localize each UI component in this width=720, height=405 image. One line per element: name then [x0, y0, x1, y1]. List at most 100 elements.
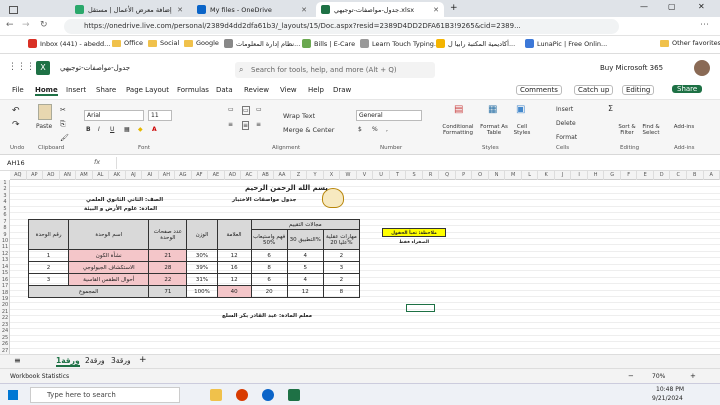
- conditional-formatting-button[interactable]: Conditional Formatting: [440, 124, 476, 136]
- tab-insert[interactable]: Insert: [66, 86, 86, 94]
- column-header[interactable]: R: [423, 171, 440, 180]
- minimize-button[interactable]: —: [640, 2, 648, 11]
- font-color-icon[interactable]: A: [152, 126, 157, 133]
- catch-up-button[interactable]: Catch up: [574, 85, 614, 95]
- weight-cell[interactable]: 39%: [186, 261, 218, 274]
- browser-tab-2[interactable]: My files - OneDrive ✕: [192, 2, 312, 17]
- column-header[interactable]: D: [654, 171, 671, 180]
- column-header[interactable]: AH: [159, 171, 176, 180]
- bookmark-typing[interactable]: Learn Touch Typing...: [360, 39, 440, 48]
- column-header[interactable]: A: [704, 171, 720, 180]
- align-middle-icon[interactable]: ▭: [242, 106, 250, 115]
- column-header[interactable]: P: [456, 171, 473, 180]
- column-header[interactable]: N: [489, 171, 506, 180]
- number-format-select[interactable]: General: [356, 110, 422, 121]
- bookmark-social[interactable]: Social: [148, 39, 179, 47]
- column-header[interactable]: K: [538, 171, 555, 180]
- column-header[interactable]: Y: [307, 171, 324, 180]
- column-header[interactable]: L: [522, 171, 539, 180]
- format-as-table-button[interactable]: Format As Table: [478, 124, 510, 136]
- marks-cell[interactable]: 12: [216, 249, 252, 262]
- tab-draw[interactable]: Draw: [333, 86, 351, 94]
- edge-icon[interactable]: [262, 389, 274, 401]
- column-header[interactable]: AB: [258, 171, 275, 180]
- pages-cell[interactable]: 21: [148, 249, 188, 262]
- column-header[interactable]: AK: [109, 171, 126, 180]
- bookmark-office[interactable]: Office: [112, 39, 143, 47]
- name-box[interactable]: AH16: [4, 158, 56, 169]
- close-icon[interactable]: ✕: [301, 6, 307, 14]
- column-header[interactable]: O: [472, 171, 489, 180]
- forward-icon[interactable]: →: [22, 20, 30, 30]
- maximize-button[interactable]: ▢: [668, 2, 676, 11]
- align-bottom-icon[interactable]: ▭: [256, 106, 262, 113]
- marks-cell[interactable]: 12: [216, 273, 252, 286]
- align-center-icon[interactable]: ≡: [242, 121, 250, 130]
- redo-icon[interactable]: ↷: [12, 120, 20, 130]
- apply-cell[interactable]: 4: [286, 273, 324, 286]
- format-cells-button[interactable]: Format: [556, 134, 577, 141]
- tab-formulas[interactable]: Formulas: [177, 86, 209, 94]
- wrap-text-button[interactable]: Wrap Text: [283, 112, 315, 120]
- column-header[interactable]: AG: [175, 171, 192, 180]
- insert-cells-button[interactable]: Insert: [556, 106, 573, 113]
- browser-tab-1[interactable]: إضافة معرض الأعمال | مستقل ✕: [70, 2, 188, 17]
- fill-color-icon[interactable]: ◆: [138, 126, 143, 133]
- tab-review[interactable]: Review: [244, 86, 269, 94]
- column-header[interactable]: W: [340, 171, 357, 180]
- tab-data[interactable]: Data: [216, 86, 233, 94]
- tab-window-icon[interactable]: [4, 2, 66, 17]
- tab-page-layout[interactable]: Page Layout: [126, 86, 169, 94]
- column-header[interactable]: E: [637, 171, 654, 180]
- refresh-icon[interactable]: ↻: [40, 20, 48, 30]
- chrome-icon[interactable]: [236, 389, 248, 401]
- address-bar[interactable]: https://onedrive.live.com/personal/2389d…: [64, 19, 619, 34]
- column-header[interactable]: AP: [27, 171, 44, 180]
- file-explorer-icon[interactable]: [210, 389, 222, 401]
- tab-file[interactable]: File: [12, 86, 24, 94]
- find-select-button[interactable]: Find & Select: [640, 124, 662, 136]
- tab-help[interactable]: Help: [308, 86, 324, 94]
- close-icon[interactable]: ✕: [177, 6, 183, 14]
- column-header[interactable]: T: [390, 171, 407, 180]
- paste-icon[interactable]: [38, 104, 52, 120]
- unit-name-cell[interactable]: الاستكشاف الجيولوجي: [68, 261, 150, 274]
- add-ins-button[interactable]: Add-ins: [672, 124, 696, 130]
- search-input[interactable]: Search for tools, help, and more (Alt + …: [235, 62, 435, 78]
- column-header[interactable]: J: [555, 171, 572, 180]
- new-tab-button[interactable]: +: [450, 3, 458, 13]
- taskbar-search[interactable]: Type here to search: [30, 387, 180, 403]
- comments-button[interactable]: Comments: [516, 85, 562, 95]
- document-title[interactable]: جدول-مواصفات-توجيهي: [60, 64, 130, 72]
- higher-cell[interactable]: 2: [322, 249, 361, 262]
- close-window-button[interactable]: ✕: [698, 2, 705, 11]
- total-marks[interactable]: 40: [216, 285, 252, 298]
- percent-icon[interactable]: %: [372, 126, 378, 133]
- delete-cells-button[interactable]: Delete: [556, 120, 576, 127]
- unit-no-cell[interactable]: 3: [27, 273, 70, 286]
- column-header[interactable]: Q: [439, 171, 456, 180]
- copy-icon[interactable]: ⎘: [60, 120, 66, 129]
- add-sheet-button[interactable]: +: [139, 355, 147, 365]
- zoom-level[interactable]: 70%: [652, 373, 665, 380]
- align-top-icon[interactable]: ▭: [228, 106, 234, 113]
- column-header[interactable]: AF: [192, 171, 209, 180]
- column-header[interactable]: AL: [93, 171, 110, 180]
- bookmark-academy[interactable]: أكاديمية المكتبة رابيا ل...: [436, 39, 515, 48]
- menu-icon[interactable]: ⋯: [700, 20, 709, 30]
- editing-mode-button[interactable]: Editing: [622, 85, 655, 95]
- underline-button[interactable]: U: [110, 126, 114, 133]
- borders-icon[interactable]: ▦: [124, 126, 130, 133]
- autosum-icon[interactable]: Σ: [608, 104, 613, 113]
- share-button[interactable]: Share: [672, 85, 703, 93]
- workbook-statistics[interactable]: Workbook Statistics: [10, 373, 69, 380]
- understand-cell[interactable]: 6: [250, 273, 288, 286]
- column-header[interactable]: C: [670, 171, 687, 180]
- paste-button[interactable]: Paste: [36, 123, 52, 130]
- zoom-out-button[interactable]: −: [628, 372, 634, 380]
- font-size-select[interactable]: 11: [148, 110, 172, 121]
- tab-share[interactable]: Share: [96, 86, 116, 94]
- tab-home[interactable]: Home: [35, 86, 58, 96]
- comma-icon[interactable]: ,: [386, 126, 388, 133]
- column-header[interactable]: X: [324, 171, 341, 180]
